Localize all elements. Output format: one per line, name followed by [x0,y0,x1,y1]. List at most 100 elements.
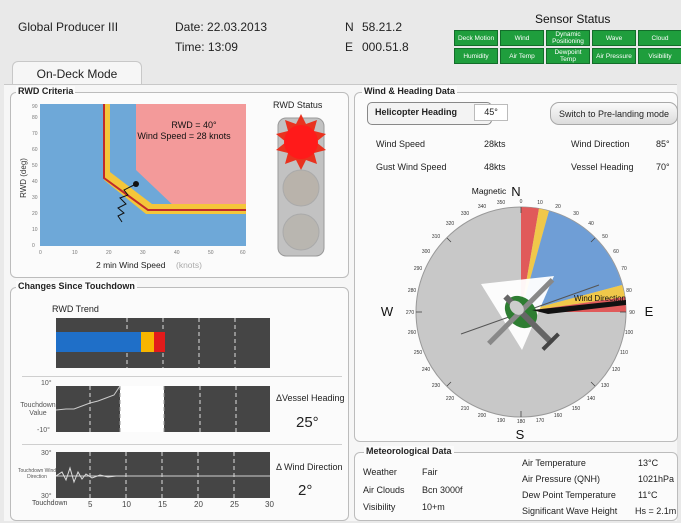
svg-text:200: 200 [478,413,487,419]
tab-on-deck-mode[interactable]: On-Deck Mode [12,61,142,86]
rwd-x-tick: 60 [240,250,246,256]
compass-n-label: N [511,184,520,199]
compass-e-label: E [645,304,654,319]
trend-segment-amber [141,332,154,352]
sensor-status-grid: Deck Motion Wind Dynamic Positioning Wav… [454,30,681,64]
air-pressure-label: Air Pressure (QNH) [522,474,601,484]
svg-text:50: 50 [602,234,608,240]
north-label: N [345,20,354,34]
svg-text:270: 270 [406,310,415,316]
rwd-y-tick: 60 [32,147,38,153]
svg-text:280: 280 [408,288,417,294]
svg-text:210: 210 [461,406,470,412]
wind-direction-arrow-label: Wind Direction [574,294,626,303]
sensor-status-title: Sensor Status [535,12,611,26]
rwd-x-axis-label: 2 min Wind Speed [96,260,166,270]
svg-text:90: 90 [629,310,635,316]
gust-speed-label: Gust Wind Speed [376,162,447,172]
sensor-air-temp[interactable]: Air Temp [500,48,544,64]
rwd-y-tick: 30 [32,195,38,201]
vh-top-label: 10° [41,380,52,387]
vessel-heading-value: 70° [656,162,670,172]
heli-heading-input[interactable]: 45° [474,104,508,121]
svg-text:10: 10 [537,200,543,206]
compass-rose: 0 10 20 30 40 50 60 70 80 90 100 110 120 130 140 150… [381,184,654,440]
svg-text:230: 230 [432,383,441,389]
svg-text:130: 130 [601,383,610,389]
wind-direction-change-label: Δ Wind Direction [276,462,343,472]
changes-title: Changes Since Touchdown [16,281,137,291]
date-label: Date: 22.03.2013 [175,20,268,34]
compass-magnetic-label: Magnetic [472,186,507,196]
wind-direction-chart [56,452,270,498]
svg-text:60: 60 [613,249,619,255]
svg-text:150: 150 [572,406,581,412]
rwd-current-point [133,181,139,187]
sensor-air-pressure[interactable]: Air Pressure [592,48,636,64]
svg-text:140: 140 [587,396,596,402]
trend-segment-blue [56,332,141,352]
sensor-cloud[interactable]: Cloud [638,30,681,46]
svg-text:100: 100 [625,330,634,336]
wind-direction-label: Wind Direction [571,139,630,149]
rwd-x-tick: 20 [106,250,112,256]
compass-w-label: W [381,304,394,319]
switch-pre-landing-button[interactable]: Switch to Pre-landing mode [550,102,678,125]
air-temperature-label: Air Temperature [522,458,586,468]
svg-text:350: 350 [497,200,506,206]
dew-point-value: 11°C [638,490,658,500]
svg-text:240: 240 [422,367,431,373]
svg-text:70: 70 [621,266,627,272]
svg-text:160: 160 [554,413,563,419]
wd-bottom-label: 30° [41,493,52,500]
rwd-traffic-light [276,114,326,257]
sensor-wave[interactable]: Wave [592,30,636,46]
rwd-y-tick: 70 [32,131,38,137]
wave-height-value: Hs = 2.1m [635,506,677,516]
change-x-tick: 30 [265,500,274,509]
rwd-annotation-rwd: RWD = 40° [171,120,217,130]
sensor-deck-motion[interactable]: Deck Motion [454,30,498,46]
svg-text:300: 300 [422,249,431,255]
rwd-y-tick: 20 [32,211,38,217]
rwd-y-tick: 0 [32,243,35,249]
vh-bottom-label: -10° [37,427,50,434]
vh-window [120,386,164,432]
sensor-visibility[interactable]: Visibility [638,48,681,64]
rwd-trend-label: RWD Trend [52,304,99,314]
svg-text:20: 20 [555,204,561,210]
rwd-light-green [282,213,320,251]
rwd-criteria-chart: 0 10 20 30 40 50 60 70 80 90 0 10 20 30 … [19,104,246,270]
dew-point-label: Dew Point Temperature [522,490,616,500]
sensor-humidity[interactable]: Humidity [454,48,498,64]
rwd-annotation-wind: Wind Speed = 28 knots [137,131,231,141]
rwd-y-axis-label: RWD (deg) [19,158,28,198]
rwd-x-ticks: 0 10 20 30 40 50 60 [39,250,246,256]
rwd-light-red [284,125,318,159]
rwd-x-tick: 0 [39,250,42,256]
air-pressure-value: 1021hPa [638,474,675,484]
svg-text:40: 40 [588,221,594,227]
rwd-x-axis-unit: (knots) [176,260,202,270]
sensor-dewpoint-temp[interactable]: Dewpoint Temp [546,48,590,64]
visibility-label: Visibility [363,502,396,512]
rwd-x-tick: 50 [208,250,214,256]
svg-text:250: 250 [414,350,423,356]
svg-text:30: 30 [573,211,579,217]
svg-text:330: 330 [461,211,470,217]
wd-mid-label: Touchdown Wind Direction [17,468,57,480]
sensor-wind[interactable]: Wind [500,30,544,46]
svg-text:310: 310 [432,234,441,240]
rwd-y-tick: 90 [32,104,38,110]
sensor-dynamic-positioning[interactable]: Dynamic Positioning [546,30,590,46]
svg-text:320: 320 [446,221,455,227]
air-clouds-label: Air Clouds [363,485,405,495]
rwd-x-tick: 10 [72,250,78,256]
wind-direction-value: 85° [656,139,670,149]
change-x-tick: 10 [122,500,131,509]
svg-text:170: 170 [536,418,545,424]
heli-heading-label: Helicopter Heading [375,107,458,117]
svg-text:120: 120 [612,367,621,373]
rwd-x-tick: 40 [174,250,180,256]
change-x-tick: 20 [194,500,203,509]
